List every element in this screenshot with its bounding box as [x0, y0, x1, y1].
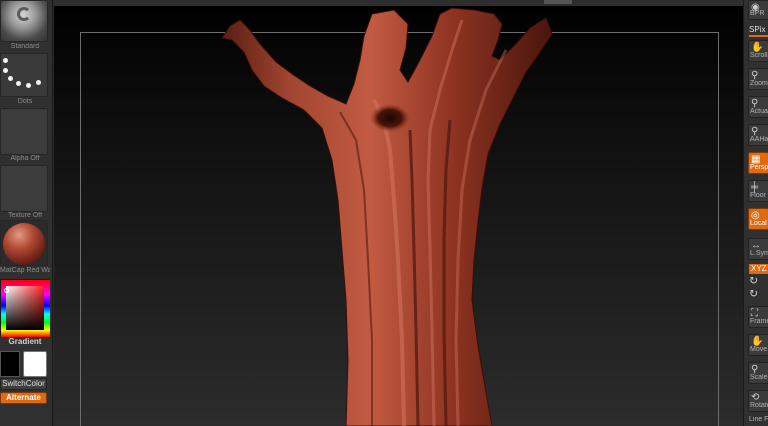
brush-spiral-icon	[17, 7, 31, 21]
color-saturation-square[interactable]	[4, 286, 44, 330]
texture-off-button[interactable]	[0, 165, 48, 212]
switch-color-button[interactable]: SwitchColor	[0, 378, 47, 390]
spix-slider[interactable]: SPix 3	[749, 26, 768, 34]
aahalf-button[interactable]: ⚲ AAHalf	[748, 124, 768, 146]
stroke-dot-icon	[3, 68, 8, 73]
stroke-dot-icon	[8, 76, 13, 81]
alpha-off-button[interactable]	[0, 108, 48, 155]
dots-stroke-button[interactable]	[0, 53, 48, 97]
stroke-dot-icon	[26, 83, 31, 88]
actual-button[interactable]: ⚲ Actual	[748, 96, 768, 118]
secondary-color-swatch[interactable]	[23, 351, 47, 377]
alpha-label: Alpha Off	[10, 155, 40, 162]
stroke-dot-icon	[16, 81, 21, 86]
document-canvas[interactable]	[54, 0, 743, 426]
move-button[interactable]: ✋ Move	[748, 334, 768, 356]
standard-brush-button[interactable]	[0, 0, 48, 42]
floor-button[interactable]: ╪ Floor	[748, 180, 768, 202]
trunk-shape	[221, 7, 553, 426]
left-tray: Standard Dots Alpha Off Texture Off MatC…	[0, 0, 53, 426]
material-label: MatCap Red Wax	[0, 267, 50, 274]
trunk-knot-hole	[370, 104, 410, 132]
texture-label: Texture Off	[7, 212, 43, 219]
rotate-axis-icon[interactable]: ↻	[749, 290, 768, 298]
xyz-button[interactable]: XYZ	[749, 264, 768, 274]
rotate-button[interactable]: ⟲ Rotate	[748, 390, 768, 412]
tree-trunk-sculpt[interactable]	[54, 0, 743, 426]
stroke-label: Dots	[17, 98, 33, 105]
frame-button[interactable]: ⛶ Frame	[748, 306, 768, 328]
stroke-dot-icon	[36, 80, 41, 85]
rotate-axis-icon[interactable]: ↻	[749, 277, 768, 285]
gradient-label[interactable]: Gradient	[0, 337, 50, 346]
stroke-dot-icon	[3, 58, 8, 63]
alternate-button[interactable]: Alternate	[0, 392, 47, 404]
local-button[interactable]: ◎ Local	[748, 208, 768, 230]
material-button[interactable]	[0, 220, 48, 266]
color-cursor-icon	[4, 288, 9, 293]
zoom-button[interactable]: ⚲ Zoom	[748, 68, 768, 90]
right-shelf: ◉ BPR SPix 3 ✋ Scroll ⚲ Zoom ⚲ Actual ⚲ …	[743, 0, 768, 426]
bpr-button[interactable]: ◉ BPR	[748, 0, 768, 20]
persp-button[interactable]: ▦ Persp	[748, 152, 768, 174]
material-sphere-icon	[3, 223, 45, 265]
color-picker[interactable]	[0, 279, 50, 337]
scroll-button[interactable]: ✋ Scroll	[748, 40, 768, 62]
scale-button[interactable]: ⚲ Scale	[748, 362, 768, 384]
brush-label: Standard	[10, 43, 40, 50]
spix-slider-bar[interactable]	[749, 35, 768, 37]
line-fill-button[interactable]: Line Fill	[749, 416, 768, 424]
main-color-swatch[interactable]	[0, 351, 20, 377]
lsym-button[interactable]: ↔ L.Sym	[748, 238, 768, 260]
